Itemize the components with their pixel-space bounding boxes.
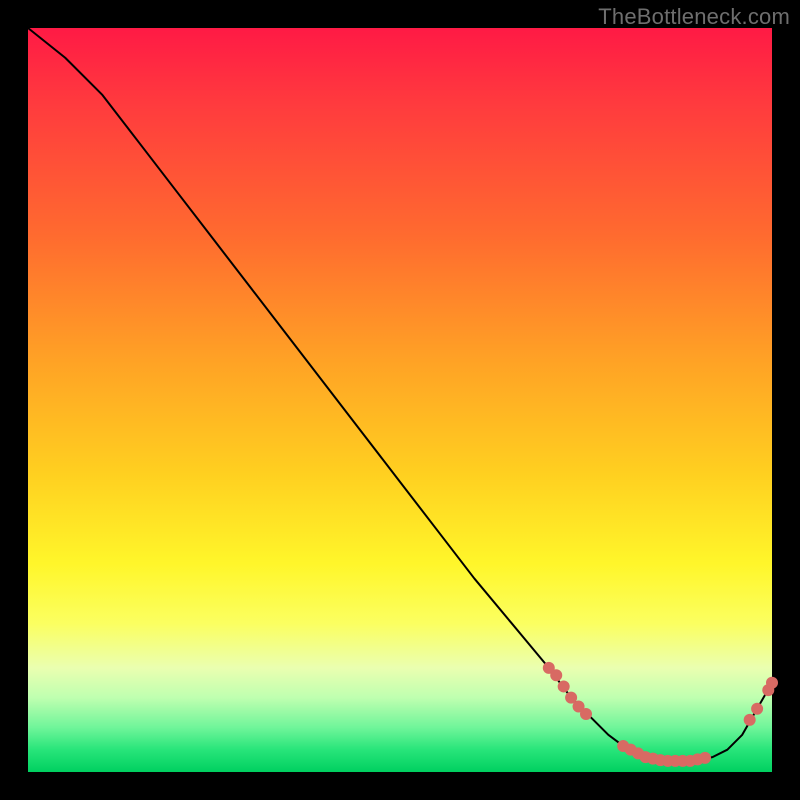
data-marker xyxy=(751,703,763,715)
plot-area xyxy=(28,28,772,772)
data-marker xyxy=(699,752,711,764)
chart-svg xyxy=(28,28,772,772)
data-marker xyxy=(766,677,778,689)
data-marker xyxy=(550,669,562,681)
data-marker xyxy=(580,708,592,720)
bottleneck-curve xyxy=(28,28,772,761)
chart-frame: TheBottleneck.com xyxy=(0,0,800,800)
marker-layer xyxy=(543,662,778,767)
watermark-text: TheBottleneck.com xyxy=(598,4,790,30)
data-marker xyxy=(744,714,756,726)
data-marker xyxy=(558,680,570,692)
